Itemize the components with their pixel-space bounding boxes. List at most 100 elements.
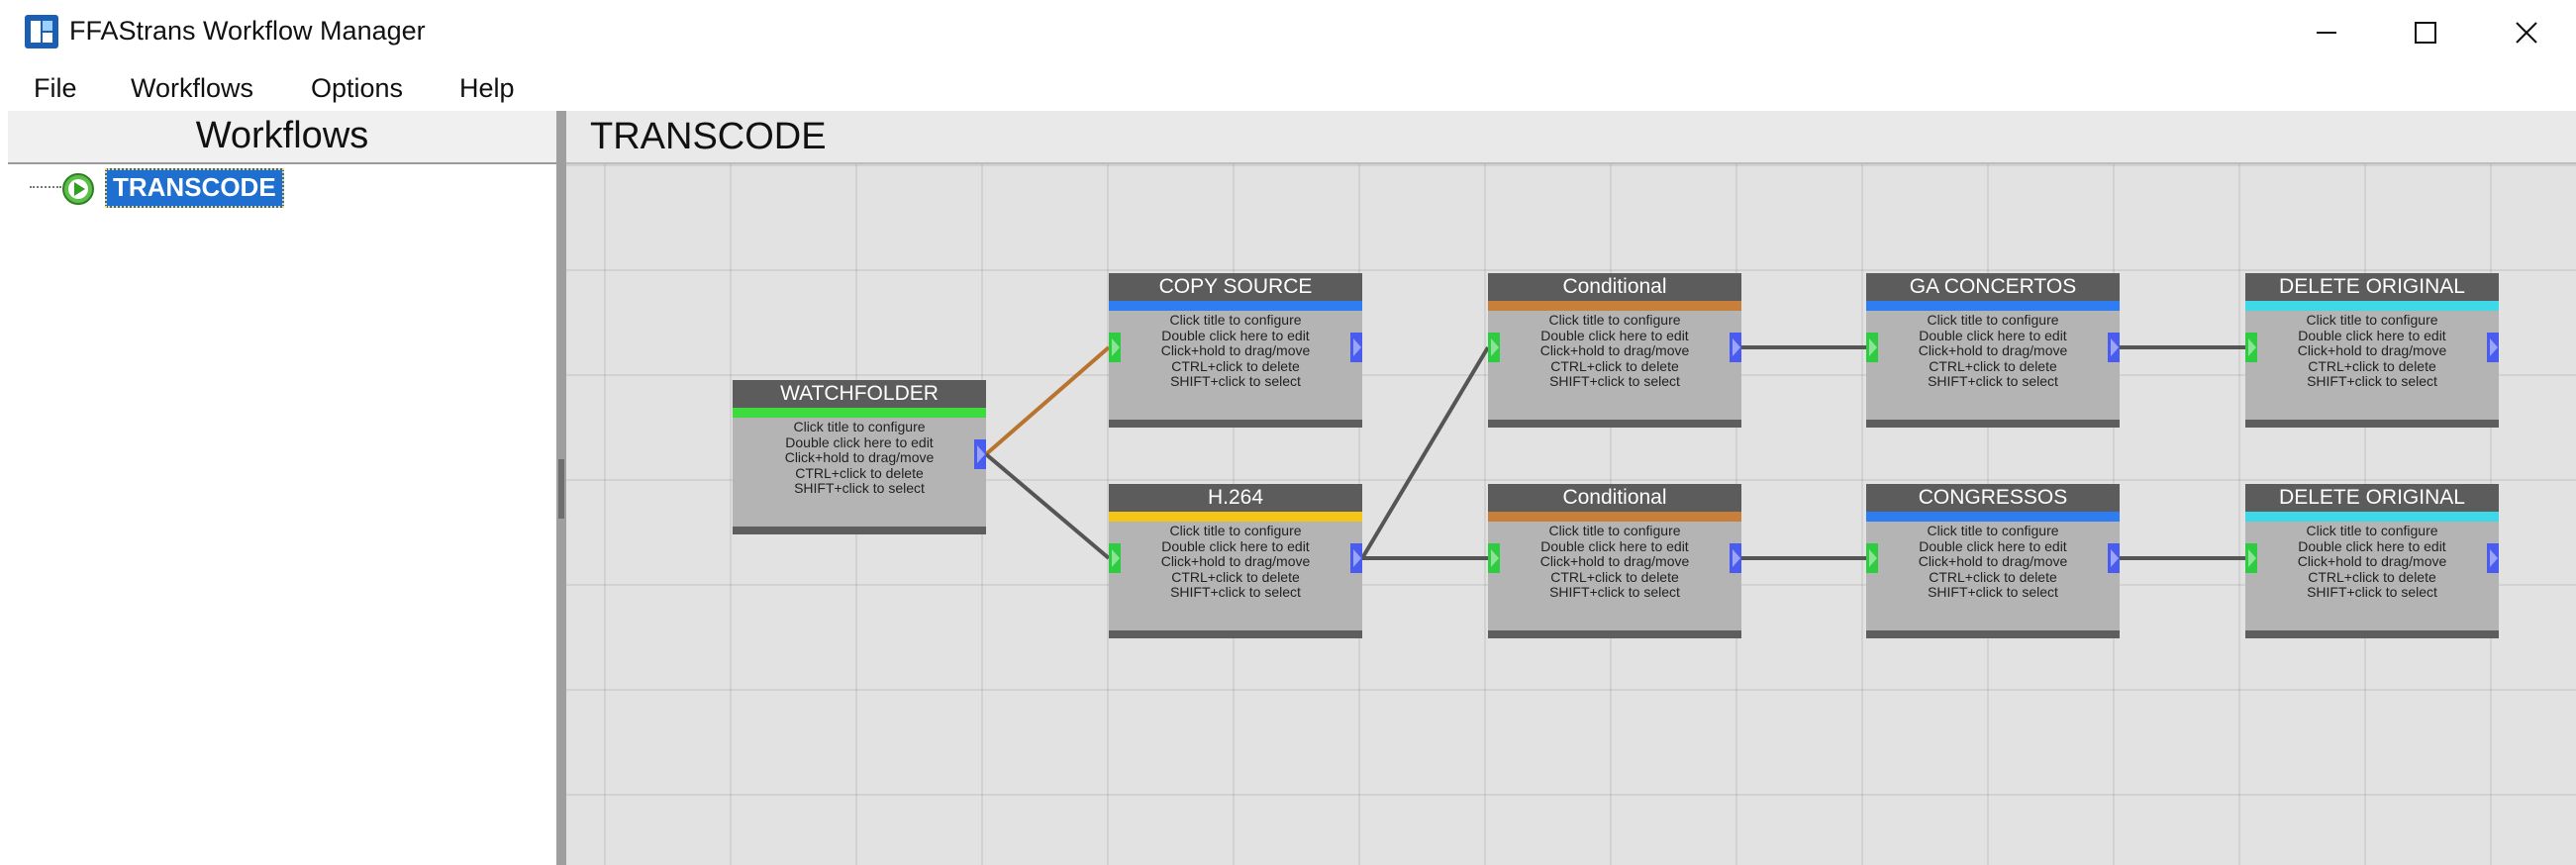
node-hint-line: Click+hold to drag/move — [2297, 553, 2447, 569]
node-connection — [984, 345, 1111, 456]
node-hint-line: CTRL+click to delete — [1171, 568, 1300, 585]
node-title[interactable]: Conditional — [1488, 273, 1741, 301]
close-button[interactable] — [2477, 0, 2576, 65]
node-hint-line: SHIFT+click to select — [2307, 584, 2437, 600]
node-hint-line: SHIFT+click to select — [1170, 584, 1301, 600]
maximize-icon — [2415, 22, 2436, 44]
splitter-grip[interactable] — [558, 459, 564, 519]
node-color-bar — [1109, 512, 1362, 522]
input-port-icon[interactable] — [1866, 333, 1878, 362]
workflow-node[interactable]: WATCHFOLDER Click title to configure Doubl… — [733, 380, 986, 534]
output-port-icon[interactable] — [2487, 333, 2499, 362]
input-port-icon[interactable] — [1866, 543, 1878, 573]
node-hint-line: Double click here to edit — [1161, 537, 1310, 554]
node-connection — [1360, 345, 1490, 560]
output-port-icon[interactable] — [1350, 543, 1362, 573]
maximize-button[interactable] — [2376, 0, 2475, 65]
input-port-icon[interactable] — [1109, 333, 1121, 362]
workflow-node[interactable]: Conditional Click title to configure Doubl… — [1488, 273, 1741, 428]
output-port-icon[interactable] — [1730, 543, 1741, 573]
node-color-bar — [1488, 512, 1741, 522]
workflow-node[interactable]: H.264 Click title to configure Double clic… — [1109, 484, 1362, 638]
node-body[interactable]: Click title to configure Double click her… — [1866, 312, 2120, 390]
node-title[interactable]: H.264 — [1109, 484, 1362, 512]
workflow-node[interactable]: DELETE ORIGINAL Click title to configure D… — [2245, 484, 2499, 638]
minimize-button[interactable] — [2277, 0, 2376, 65]
app-window: FFAStrans Workflow Manager File Workflow… — [0, 0, 2576, 865]
node-title[interactable]: DELETE ORIGINAL — [2245, 273, 2499, 301]
node-hint-line: CTRL+click to delete — [2308, 357, 2436, 374]
output-port-icon[interactable] — [2108, 543, 2120, 573]
node-hint-line: CTRL+click to delete — [1171, 357, 1300, 374]
node-hint-line: Click title to configure — [2306, 312, 2438, 328]
output-port-icon[interactable] — [1730, 333, 1741, 362]
node-hint-line: CTRL+click to delete — [1929, 568, 2057, 585]
output-port-icon[interactable] — [2487, 543, 2499, 573]
node-body[interactable]: Click title to configure Double click her… — [1866, 523, 2120, 601]
node-hint-line: Double click here to edit — [1919, 537, 2067, 554]
workflow-node[interactable]: Conditional Click title to configure Doubl… — [1488, 484, 1741, 638]
node-footer — [733, 527, 986, 534]
node-footer — [1109, 630, 1362, 638]
input-port-icon[interactable] — [2245, 543, 2257, 573]
node-hint-line: CTRL+click to delete — [1929, 357, 2057, 374]
workflows-panel-title: Workflows — [195, 115, 369, 156]
node-title[interactable]: DELETE ORIGINAL — [2245, 484, 2499, 512]
node-footer — [1488, 420, 1741, 428]
node-hint-line: Click+hold to drag/move — [1918, 553, 2068, 569]
title-bar[interactable]: FFAStrans Workflow Manager — [0, 0, 2576, 65]
node-hint-line: Click title to configure — [1927, 523, 2059, 538]
output-port-icon[interactable] — [2108, 333, 2120, 362]
output-port-icon[interactable] — [1350, 333, 1362, 362]
input-port-icon[interactable] — [1488, 543, 1500, 573]
node-body[interactable]: Click title to configure Double click her… — [733, 419, 986, 497]
node-hint-line: Click title to configure — [793, 419, 926, 434]
tree-item-transcode[interactable]: TRANSCODE — [105, 168, 284, 208]
node-hint-line: Click title to configure — [1548, 312, 1681, 328]
menu-workflows[interactable]: Workflows — [131, 73, 253, 104]
node-title[interactable]: WATCHFOLDER — [733, 380, 986, 408]
input-port-icon[interactable] — [2245, 333, 2257, 362]
node-hint-line: Double click here to edit — [2298, 327, 2446, 343]
node-title[interactable]: Conditional — [1488, 484, 1741, 512]
node-hint-line: CTRL+click to delete — [795, 464, 924, 481]
node-hint-line: Double click here to edit — [1540, 327, 1689, 343]
workflows-panel-header: Workflows — [8, 111, 556, 164]
panel-splitter[interactable] — [556, 111, 566, 865]
app-logo-icon — [25, 15, 58, 48]
node-body[interactable]: Click title to configure Double click her… — [1488, 523, 1741, 601]
node-footer — [1109, 420, 1362, 428]
node-hint-line: Double click here to edit — [2298, 537, 2446, 554]
node-body[interactable]: Click title to configure Double click her… — [1109, 312, 1362, 390]
menu-options[interactable]: Options — [311, 73, 403, 104]
node-color-bar — [1488, 301, 1741, 311]
workflow-node[interactable]: DELETE ORIGINAL Click title to configure D… — [2245, 273, 2499, 428]
workflow-node[interactable]: COPY SOURCE Click title to configure Doubl… — [1109, 273, 1362, 428]
workflow-node[interactable]: CONGRESSOS Click title to configure Double… — [1866, 484, 2120, 638]
node-body[interactable]: Click title to configure Double click her… — [1109, 523, 1362, 601]
node-hint-line: CTRL+click to delete — [2308, 568, 2436, 585]
node-footer — [2245, 420, 2499, 428]
node-body[interactable]: Click title to configure Double click her… — [2245, 312, 2499, 390]
node-hint-line: Click+hold to drag/move — [1160, 553, 1311, 569]
node-color-bar — [2245, 301, 2499, 311]
node-title[interactable]: GA CONCERTOS — [1866, 273, 2120, 301]
input-port-icon[interactable] — [1488, 333, 1500, 362]
minimize-icon — [2317, 32, 2336, 34]
node-footer — [1488, 630, 1741, 638]
input-port-icon[interactable] — [1109, 543, 1121, 573]
node-color-bar — [1866, 301, 2120, 311]
node-hint-line: SHIFT+click to select — [1928, 584, 2058, 600]
workflow-node[interactable]: GA CONCERTOS Click title to configure Doub… — [1866, 273, 2120, 428]
output-port-icon[interactable] — [974, 439, 986, 469]
node-body[interactable]: Click title to configure Double click her… — [1488, 312, 1741, 390]
node-hint-line: Double click here to edit — [1919, 327, 2067, 343]
menu-file[interactable]: File — [34, 73, 77, 104]
node-hint-line: Click+hold to drag/move — [784, 449, 935, 465]
node-hint-line: SHIFT+click to select — [1549, 373, 1680, 389]
node-title[interactable]: CONGRESSOS — [1866, 484, 2120, 512]
workflows-panel: Workflows TRANSCODE — [8, 111, 556, 865]
node-body[interactable]: Click title to configure Double click her… — [2245, 523, 2499, 601]
node-title[interactable]: COPY SOURCE — [1109, 273, 1362, 301]
menu-help[interactable]: Help — [459, 73, 515, 104]
